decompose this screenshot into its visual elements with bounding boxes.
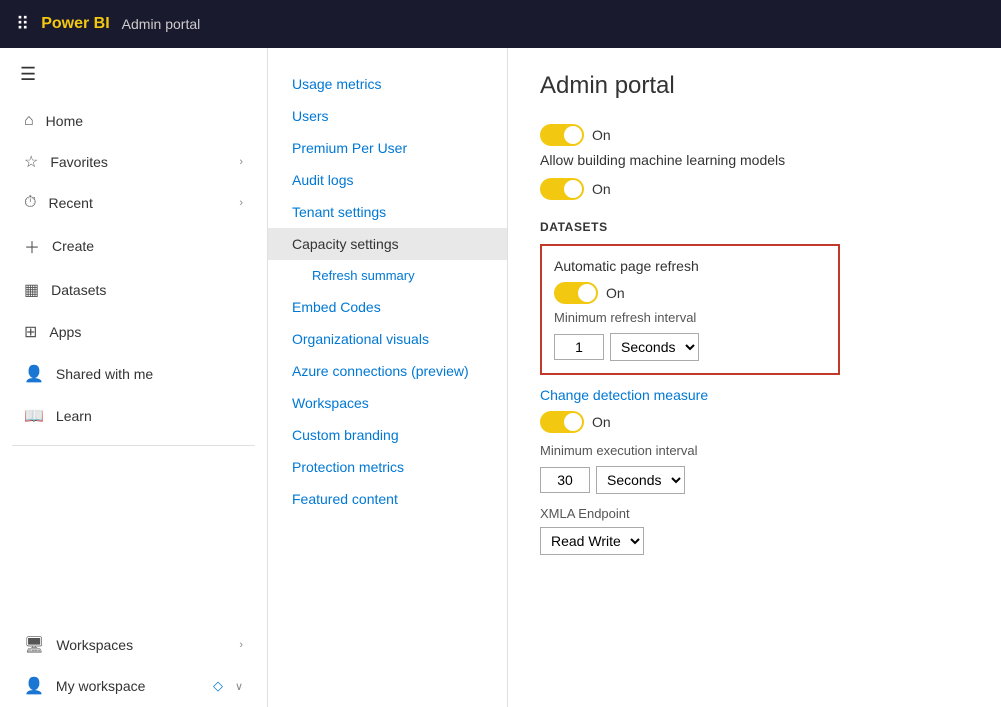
subnav-item-workspaces[interactable]: Workspaces: [268, 387, 507, 419]
sidebar-item-datasets[interactable]: ▦ Datasets: [4, 270, 263, 310]
datasets-section-label: DATASETS: [540, 220, 969, 234]
recent-icon: ⏱: [24, 194, 36, 212]
sidebar-divider: [12, 445, 255, 446]
sidebar-item-favorites[interactable]: ☆ Favorites ›: [4, 142, 263, 182]
sidebar-item-shared[interactable]: 👤 Shared with me: [4, 354, 263, 394]
subnav-item-audit[interactable]: Audit logs: [268, 164, 507, 196]
auto-refresh-box: Automatic page refresh On Minimum refres…: [540, 244, 840, 375]
myworkspace-icon: 👤: [24, 676, 44, 696]
shared-icon: 👤: [24, 364, 44, 384]
subnav-item-premium[interactable]: Premium Per User: [268, 132, 507, 164]
allow-ml-label: Allow building machine learning models: [540, 152, 969, 168]
sidebar-item-myworkspace[interactable]: 👤 My workspace ◇ ∨: [4, 666, 263, 706]
main-panel: Admin portal On Allow building machine l…: [508, 48, 1001, 707]
xmla-select[interactable]: Read Write Read Only Off: [540, 527, 644, 555]
toggle-row-3: On: [554, 282, 826, 304]
subnav-item-azure[interactable]: Azure connections (preview): [268, 355, 507, 387]
subnav-item-tenant[interactable]: Tenant settings: [268, 196, 507, 228]
min-exec-select[interactable]: Seconds Minutes Hours: [596, 466, 685, 494]
sidebar-bottom: 🖥 Workspaces › 👤 My workspace ◇ ∨: [0, 624, 267, 707]
sidebar-item-apps[interactable]: ⊞ Apps: [4, 312, 263, 352]
subnav-item-refresh[interactable]: Refresh summary: [268, 260, 507, 291]
subnav-item-capacity[interactable]: Capacity settings: [268, 228, 507, 260]
sidebar-item-home[interactable]: ⌂ Home: [4, 102, 263, 140]
subnav: Usage metrics Users Premium Per User Aud…: [268, 48, 508, 707]
hamburger-button[interactable]: ☰: [0, 48, 267, 101]
xmla-label: XMLA Endpoint: [540, 506, 969, 521]
subnav-item-protection[interactable]: Protection metrics: [268, 451, 507, 483]
sidebar-label-workspaces: Workspaces: [56, 637, 227, 653]
home-icon: ⌂: [24, 112, 34, 130]
min-exec-row: Seconds Minutes Hours: [540, 466, 969, 494]
sidebar-label-learn: Learn: [56, 408, 243, 424]
apps-icon: ⊞: [24, 322, 37, 342]
grid-icon[interactable]: ⠿: [16, 14, 29, 35]
toggle-1-label: On: [592, 127, 611, 143]
subnav-item-featured[interactable]: Featured content: [268, 483, 507, 515]
sidebar-item-create[interactable]: ＋ Create: [4, 224, 263, 268]
min-refresh-input[interactable]: [554, 334, 604, 360]
toggle-1[interactable]: [540, 124, 584, 146]
app-logo: Power BI: [41, 15, 109, 33]
toggle-3-label: On: [606, 285, 625, 301]
learn-icon: 📖: [24, 406, 44, 426]
toggle-4-label: On: [592, 414, 611, 430]
datasets-icon: ▦: [24, 280, 39, 300]
sidebar-label-shared: Shared with me: [56, 366, 243, 382]
toggle-2-label: On: [592, 181, 611, 197]
sidebar-item-learn[interactable]: 📖 Learn: [4, 396, 263, 436]
chevron-right-icon: ›: [239, 197, 243, 209]
min-refresh-select[interactable]: Seconds Minutes Hours: [610, 333, 699, 361]
sidebar-item-recent[interactable]: ⏱ Recent ›: [4, 184, 263, 222]
min-refresh-label: Minimum refresh interval: [554, 310, 826, 325]
toggle-4[interactable]: [540, 411, 584, 433]
sidebar-label-myworkspace: My workspace: [56, 678, 201, 694]
sidebar-label-home: Home: [46, 113, 243, 129]
topbar: ⠿ Power BI Admin portal: [0, 0, 1001, 48]
page-title: Admin portal: [540, 72, 969, 100]
subnav-item-usage[interactable]: Usage metrics: [268, 68, 507, 100]
sidebar-label-create: Create: [52, 238, 243, 254]
app-name: Admin portal: [122, 16, 201, 32]
sidebar-label-datasets: Datasets: [51, 282, 243, 298]
create-icon: ＋: [24, 234, 40, 258]
chevron-down-icon: ∨: [235, 680, 243, 693]
content-area: Usage metrics Users Premium Per User Aud…: [268, 48, 1001, 707]
min-exec-input[interactable]: [540, 467, 590, 493]
toggle-row-1: On: [540, 124, 969, 146]
toggle-3[interactable]: [554, 282, 598, 304]
main-layout: ☰ ⌂ Home ☆ Favorites › ⏱ Recent › ＋ Crea…: [0, 48, 1001, 707]
diamond-badge-icon: ◇: [213, 678, 223, 694]
chevron-right-icon: ›: [239, 639, 243, 651]
subnav-item-branding[interactable]: Custom branding: [268, 419, 507, 451]
sidebar: ☰ ⌂ Home ☆ Favorites › ⏱ Recent › ＋ Crea…: [0, 48, 268, 707]
favorites-icon: ☆: [24, 152, 38, 172]
toggle-2[interactable]: [540, 178, 584, 200]
chevron-right-icon: ›: [239, 156, 243, 168]
min-exec-label: Minimum execution interval: [540, 443, 969, 458]
sidebar-label-apps: Apps: [49, 324, 243, 340]
toggle-row-4: On: [540, 411, 969, 433]
toggle-row-2: On: [540, 178, 969, 200]
subnav-item-embed[interactable]: Embed Codes: [268, 291, 507, 323]
sidebar-item-workspaces[interactable]: 🖥 Workspaces ›: [4, 625, 263, 665]
settings-section: On Allow building machine learning model…: [540, 124, 969, 555]
sidebar-label-favorites: Favorites: [50, 154, 227, 170]
change-detection-label[interactable]: Change detection measure: [540, 387, 969, 403]
auto-refresh-title: Automatic page refresh: [554, 258, 826, 274]
sidebar-label-recent: Recent: [48, 195, 227, 211]
subnav-item-orgvisuals[interactable]: Organizational visuals: [268, 323, 507, 355]
subnav-item-users[interactable]: Users: [268, 100, 507, 132]
min-refresh-row: Seconds Minutes Hours: [554, 333, 826, 361]
workspaces-icon: 🖥: [24, 635, 44, 655]
